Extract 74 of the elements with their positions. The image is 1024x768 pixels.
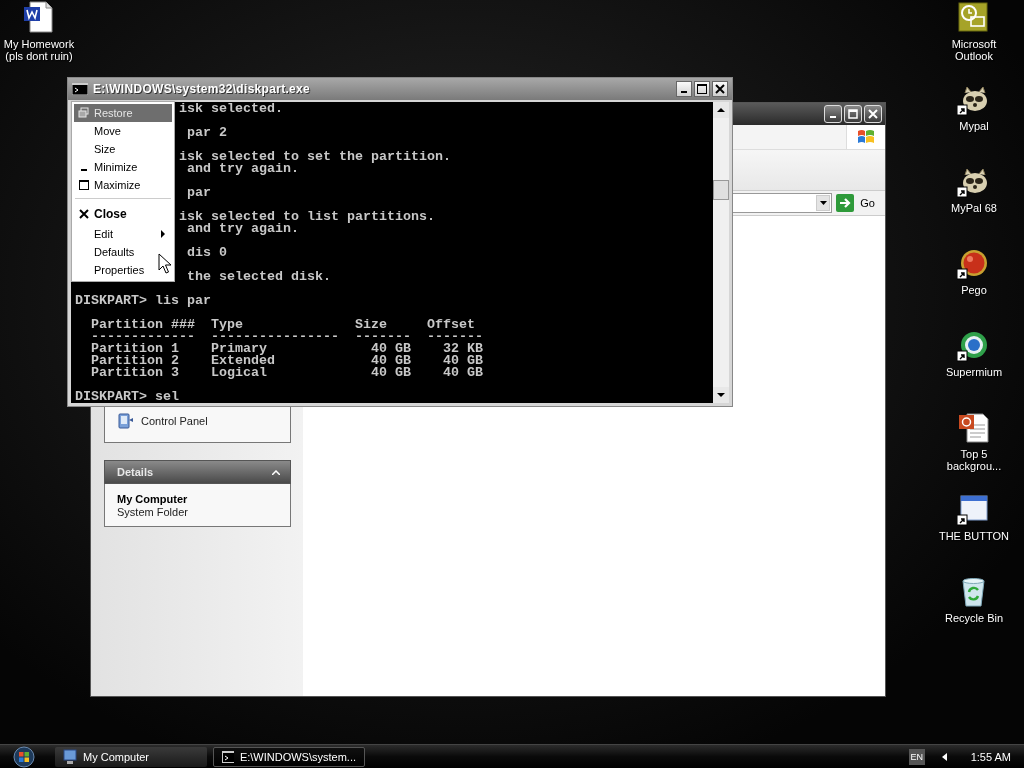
window-title: E:\WINDOWS\system32\diskpart.exe [93, 82, 311, 96]
console-line: Partition 3 Logical 40 GB 40 GB [90, 367, 483, 379]
console-line: and try again. [185, 163, 299, 175]
close-button[interactable] [712, 81, 728, 97]
document-icon[interactable] [22, 1, 56, 34]
console-line: isk selected. [178, 103, 283, 115]
icon-label[interactable]: THE BUTTON [935, 530, 1013, 542]
console-line: isk selected to list partitions. [178, 211, 435, 223]
window-shortcut-icon[interactable] [957, 493, 991, 526]
scroll-up-button[interactable] [713, 102, 729, 118]
flag-logo-icon [856, 128, 876, 146]
item-name: My Computer [117, 493, 189, 505]
icon-label[interactable]: Microsoft Outlook [935, 38, 1013, 62]
scrollbar[interactable] [713, 102, 729, 403]
menu-item[interactable]: Size [74, 140, 172, 158]
menu-item[interactable]: Minimize [74, 158, 172, 176]
console-line: par 2 [185, 127, 227, 139]
scroll-down-button[interactable] [713, 387, 729, 403]
minimize-icon [681, 91, 687, 93]
taskbar-button[interactable]: My Computer [55, 746, 207, 767]
taskbar-button[interactable]: E:\WINDOWS\system... [213, 746, 365, 767]
minimize-icon [830, 116, 836, 118]
language-indicator[interactable]: EN [908, 748, 925, 765]
console-line: and try again. [185, 223, 299, 235]
icon-label[interactable]: Supermium [935, 366, 1013, 378]
console-icon [222, 750, 234, 763]
icon-label[interactable]: Pego [935, 284, 1013, 296]
scroll-thumb[interactable] [713, 180, 729, 200]
maximize-icon [697, 84, 707, 94]
panel-link[interactable]: Control Panel [117, 412, 290, 430]
console-line: dis 0 [185, 247, 227, 259]
console-line: the selected disk. [185, 271, 331, 283]
console-line: DISKPART> lis par [75, 295, 211, 307]
caret-icon [819, 201, 827, 205]
maximize-icon [848, 109, 858, 119]
minimize-button[interactable] [676, 81, 692, 97]
menu-item[interactable]: Maximize [74, 176, 172, 194]
console-line: Partition 2 Extended 40 GB 40 GB [90, 355, 483, 367]
expand-tray-icon[interactable] [940, 752, 947, 761]
console-line: DISKPART> sel [75, 391, 179, 403]
close-icon [868, 109, 878, 119]
close-icon [78, 208, 90, 220]
cursor-icon [158, 253, 172, 274]
icon-label[interactable]: My Homework (pls dont ruin) [0, 38, 78, 62]
console-line: isk selected to set the partition. [178, 151, 451, 163]
start-button[interactable] [13, 745, 35, 768]
clock: 1:55 AM [970, 750, 1011, 763]
console-line: par [185, 187, 211, 199]
menu-item[interactable]: Edit [74, 225, 172, 243]
maximize-icon [78, 179, 90, 191]
console-line: Partition ### Type Size Offset [90, 319, 475, 331]
menu-item[interactable]: Defaults [74, 243, 172, 261]
details-header[interactable]: Details [104, 460, 291, 484]
maximize-button[interactable] [694, 81, 710, 97]
console-line: ------------- ---------------- ------- ------- [90, 331, 483, 343]
restore-icon [78, 107, 90, 119]
menu-item[interactable]: Move [74, 122, 172, 140]
icon-label[interactable]: MyPal 68 [935, 202, 1013, 214]
minimize-icon [81, 169, 87, 171]
clock-envelope-icon[interactable] [957, 1, 991, 34]
dropdown-button[interactable] [816, 195, 831, 211]
console-icon[interactable] [72, 83, 88, 95]
submenu-arrow-icon [161, 230, 166, 238]
control-panel-icon [117, 412, 135, 430]
icon-label[interactable]: Recycle Bin [935, 612, 1013, 624]
go-button[interactable]: Go [836, 194, 881, 212]
presentation-icon[interactable] [957, 411, 991, 444]
item-type: System Folder [117, 506, 189, 518]
menu-item[interactable]: Close [74, 203, 172, 225]
icon-label[interactable]: Mypal [935, 120, 1013, 132]
console-line: Partition 1 Primary 40 GB 32 KB [90, 343, 483, 355]
icon-label[interactable]: Top 5 backgrou... [935, 448, 1013, 472]
close-icon [715, 84, 725, 94]
computer-icon [63, 748, 77, 765]
